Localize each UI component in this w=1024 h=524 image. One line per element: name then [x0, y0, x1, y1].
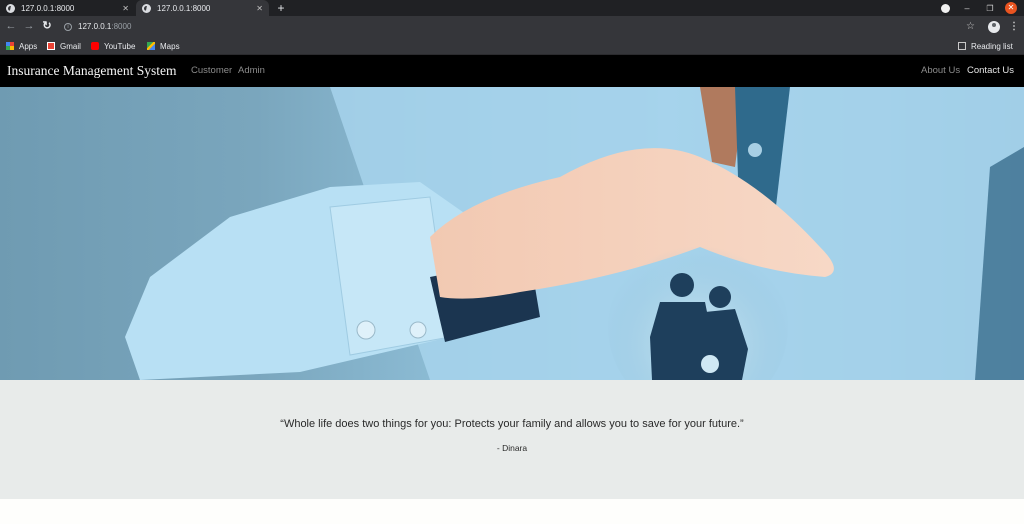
nav-link-admin[interactable]: Admin — [238, 65, 265, 76]
bookmark-star-icon[interactable]: ☆ — [966, 18, 975, 35]
youtube-icon — [91, 42, 99, 50]
site-brand[interactable]: Insurance Management System — [7, 63, 176, 79]
quote-author: - Dinara — [496, 443, 528, 453]
nav-link-about-us[interactable]: About Us — [921, 65, 960, 76]
browser-tab-bar: 127.0.0.1:8000 ✕ 127.0.0.1:8000 ✕ + – ❐ … — [0, 0, 1024, 16]
bookmark-label: Gmail — [60, 41, 81, 51]
forward-arrow-icon[interactable]: → — [22, 19, 36, 33]
site-navbar: Insurance Management System Customer Adm… — [0, 55, 1024, 87]
nav-link-contact-us[interactable]: Contact Us — [967, 65, 1014, 76]
reading-list-icon — [958, 42, 966, 50]
globe-icon — [142, 3, 151, 13]
url-host: 127.0.0.1 — [78, 22, 112, 31]
browser-tab-active[interactable]: 127.0.0.1:8000 ✕ — [136, 0, 269, 16]
hero-image — [0, 87, 1024, 380]
profile-avatar-icon[interactable] — [988, 18, 1000, 35]
nav-link-customer[interactable]: Customer — [191, 65, 232, 76]
cuff-button — [409, 321, 427, 339]
reading-list-label: Reading list — [971, 41, 1013, 51]
bookmark-maps[interactable]: Maps — [147, 40, 180, 52]
bookmarks-bar: Apps Gmail YouTube Maps Reading list — [0, 37, 1024, 55]
address-bar[interactable]: i 127.0.0.1:8000 — [58, 18, 958, 35]
browser-tab[interactable]: 127.0.0.1:8000 ✕ — [0, 0, 135, 16]
reload-icon[interactable]: ↻ — [40, 19, 54, 33]
tab-title: 127.0.0.1:8000 — [21, 3, 75, 13]
maps-icon — [147, 42, 155, 50]
apps-grid-icon — [6, 42, 14, 50]
testimonial-quote: “Whole life does two things for you: Pro… — [280, 418, 744, 430]
close-tab-icon[interactable]: ✕ — [256, 4, 263, 13]
browser-toolbar: ← → ↻ i 127.0.0.1:8000 ☆ ⋮ — [0, 16, 1024, 37]
site-info-icon[interactable]: i — [64, 22, 72, 31]
close-window-button[interactable]: ✕ — [1004, 0, 1018, 16]
new-tab-button[interactable]: + — [274, 1, 288, 15]
gmail-icon — [47, 42, 55, 50]
tab-title: 127.0.0.1:8000 — [157, 3, 211, 13]
browser-menu-icon[interactable]: ⋮ — [1009, 18, 1019, 35]
url-port: :8000 — [111, 22, 132, 31]
reading-list-button[interactable]: Reading list — [958, 40, 1013, 52]
quote-section: “Whole life does two things for you: Pro… — [0, 380, 1024, 499]
bookmark-apps[interactable]: Apps — [6, 40, 37, 52]
cuff-button — [356, 320, 376, 340]
shirt-cuff — [329, 196, 451, 356]
bookmark-label: Apps — [19, 41, 38, 51]
extension-icon[interactable] — [938, 0, 952, 16]
bookmark-label: YouTube — [104, 41, 136, 51]
bookmark-gmail[interactable]: Gmail — [47, 40, 81, 52]
globe-icon — [6, 3, 15, 13]
restore-window-button[interactable]: ❐ — [983, 0, 997, 16]
hero-illustration — [125, 87, 1024, 380]
minimize-window-button[interactable]: – — [960, 0, 974, 16]
shirt-button — [748, 143, 762, 157]
close-tab-icon[interactable]: ✕ — [122, 4, 129, 13]
bookmark-youtube[interactable]: YouTube — [91, 40, 135, 52]
back-arrow-icon[interactable]: ← — [4, 19, 18, 33]
bookmark-label: Maps — [160, 41, 180, 51]
